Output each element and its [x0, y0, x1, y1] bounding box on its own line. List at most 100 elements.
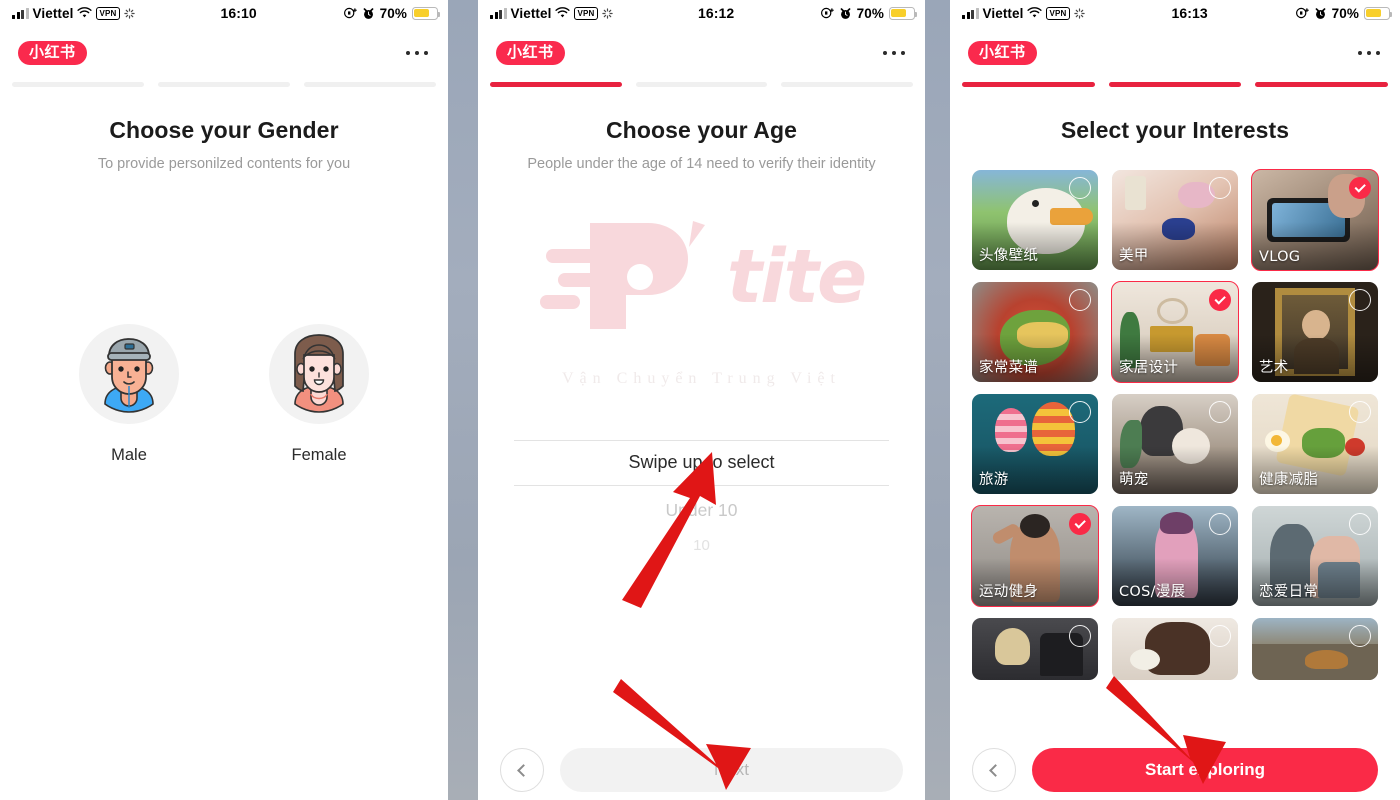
gender-label-male: Male	[111, 446, 147, 464]
tile-checkbox[interactable]	[1209, 289, 1231, 311]
vpn-badge: VPN	[1046, 6, 1070, 20]
app-bar: 小红书	[950, 26, 1400, 72]
bottom-bar: Next	[478, 748, 925, 792]
tile-checkbox[interactable]	[1209, 625, 1231, 647]
interest-tile[interactable]: 家常菜谱	[972, 282, 1098, 382]
tile-checkbox[interactable]	[1349, 513, 1371, 535]
interest-tile[interactable]: 美甲	[1112, 170, 1238, 270]
page-title: Select your Interests	[1060, 117, 1290, 143]
gender-option-female[interactable]: Female	[269, 324, 369, 465]
progress-segment-3	[304, 82, 436, 87]
tile-checkbox[interactable]	[1349, 177, 1371, 199]
rotation-lock-icon	[1295, 7, 1309, 19]
vpn-badge: VPN	[574, 6, 598, 20]
screenshot-stage: Viettel VPN 16:10 70% 小红书 Choose your Ge…	[0, 0, 1400, 800]
status-bar: Viettel VPN 16:12 70%	[478, 0, 925, 26]
interest-tile[interactable]: 艺术	[1252, 282, 1378, 382]
interest-tile[interactable]: 健康减脂	[1252, 394, 1378, 494]
interest-tile[interactable]	[1112, 618, 1238, 680]
male-avatar-icon	[79, 324, 179, 424]
tile-checkbox[interactable]	[1069, 625, 1091, 647]
progress-segment-1	[490, 82, 622, 87]
female-avatar-icon	[269, 324, 369, 424]
tile-label: 家居设计	[1119, 360, 1179, 376]
tile-checkbox[interactable]	[1069, 401, 1091, 423]
picker-option-under-10[interactable]: Under 10	[514, 486, 889, 521]
check-icon	[1074, 517, 1086, 529]
xiaohongshu-logo: 小红书	[18, 41, 87, 65]
check-icon	[1214, 293, 1226, 305]
more-options-icon[interactable]	[406, 51, 430, 55]
interest-tile[interactable]: 家居设计	[1111, 281, 1239, 383]
watermark-text: tite	[726, 234, 867, 321]
gender-options: Male Female	[0, 324, 448, 465]
tile-checkbox[interactable]	[1069, 513, 1091, 535]
tile-label: VLOG	[1259, 249, 1301, 265]
progress-segment-2	[635, 82, 768, 87]
progress-segment-2	[158, 82, 290, 87]
interest-tile[interactable]	[1252, 618, 1378, 680]
interest-tile[interactable]: 旅游	[972, 394, 1098, 494]
cellular-signal-icon	[490, 7, 507, 19]
wifi-icon	[1027, 7, 1043, 18]
interest-tile[interactable]	[972, 618, 1098, 680]
chevron-left-icon	[989, 763, 1002, 777]
age-picker[interactable]: Swipe up to select Under 10 10	[514, 440, 889, 554]
tile-checkbox[interactable]	[1209, 401, 1231, 423]
wifi-icon	[555, 7, 571, 18]
back-button[interactable]	[500, 748, 544, 792]
tile-checkbox[interactable]	[1069, 289, 1091, 311]
tile-label: 健康减脂	[1259, 472, 1319, 488]
tile-checkbox[interactable]	[1349, 289, 1371, 311]
tile-label: 家常菜谱	[979, 360, 1039, 376]
interest-tile[interactable]: 运动健身	[971, 505, 1099, 607]
panel-gender: Viettel VPN 16:10 70% 小红书 Choose your Ge…	[0, 0, 448, 800]
interests-grid: 头像壁纸 美甲 VLOG 家常菜谱 家居设计 艺术 旅游 萌宠 健康减脂 运动健…	[950, 144, 1400, 680]
rotation-lock-icon	[820, 7, 834, 19]
cellular-signal-icon	[962, 7, 979, 19]
interest-tile[interactable]: 恋爱日常	[1252, 506, 1378, 606]
status-bar: Viettel VPN 16:10 70%	[0, 0, 448, 26]
panel-separator-left	[448, 0, 478, 800]
alarm-icon	[840, 7, 851, 19]
tile-checkbox[interactable]	[1349, 625, 1371, 647]
battery-icon	[889, 6, 918, 20]
interest-tile[interactable]: COS/漫展	[1112, 506, 1238, 606]
step-progress	[0, 72, 448, 87]
tile-checkbox[interactable]	[1069, 177, 1091, 199]
interest-tile[interactable]: VLOG	[1251, 169, 1379, 271]
next-button[interactable]: Next	[560, 748, 903, 792]
progress-segment-3	[1255, 82, 1389, 87]
bottom-bar: Start exploring	[950, 748, 1400, 792]
app-bar: 小红书	[478, 26, 925, 72]
vpn-badge: VPN	[96, 6, 120, 20]
tile-checkbox[interactable]	[1209, 177, 1231, 199]
page-subtitle: People under the age of 14 need to verif…	[527, 156, 876, 172]
battery-percent: 70%	[1331, 5, 1359, 21]
start-exploring-button[interactable]: Start exploring	[1032, 748, 1378, 792]
check-icon	[1354, 181, 1366, 193]
more-options-icon[interactable]	[883, 51, 907, 55]
tile-label: 美甲	[1119, 248, 1149, 264]
progress-segment-1	[962, 82, 1095, 87]
sync-spinner-icon	[601, 7, 613, 19]
sync-spinner-icon	[1073, 7, 1085, 19]
interest-tile[interactable]: 萌宠	[1112, 394, 1238, 494]
watermark-logo-icon	[539, 221, 705, 329]
tile-label: 运动健身	[979, 584, 1039, 600]
tile-checkbox[interactable]	[1209, 513, 1231, 535]
wifi-icon	[77, 7, 93, 18]
step-progress	[478, 72, 925, 87]
alarm-icon	[363, 7, 374, 19]
tile-label: COS/漫展	[1119, 584, 1186, 600]
watermark: tite Vận Chuyển Trung Việt	[478, 215, 925, 388]
gender-option-male[interactable]: Male	[79, 324, 179, 465]
tile-checkbox[interactable]	[1349, 401, 1371, 423]
back-button[interactable]	[972, 748, 1016, 792]
interest-tile[interactable]: 头像壁纸	[972, 170, 1098, 270]
status-time: 16:13	[1171, 5, 1208, 21]
more-options-icon[interactable]	[1358, 51, 1382, 55]
tile-label: 旅游	[979, 472, 1009, 488]
picker-option-10[interactable]: 10	[514, 521, 889, 554]
battery-icon	[412, 6, 441, 20]
